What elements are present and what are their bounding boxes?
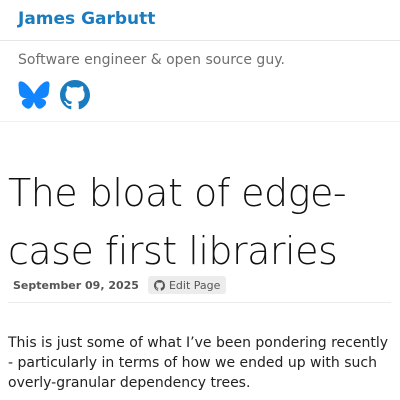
bluesky-icon <box>18 81 50 109</box>
meta-divider <box>8 302 391 303</box>
github-icon <box>153 279 165 291</box>
post-meta: September 09, 2025 Edit Page <box>13 276 227 294</box>
profile-section: Software engineer & open source guy. <box>0 41 400 122</box>
social-links <box>18 80 92 110</box>
post-date: September 09, 2025 <box>13 278 139 292</box>
post-title: The bloat of edge-case first libraries <box>8 171 347 273</box>
edit-page-button[interactable]: Edit Page <box>147 276 227 294</box>
github-link[interactable] <box>60 80 92 110</box>
site-title-link[interactable]: James Garbutt <box>18 9 155 29</box>
edit-page-label: Edit Page <box>168 278 221 292</box>
bluesky-link[interactable] <box>18 80 50 110</box>
post-intro: This is just some of what I’ve been pond… <box>8 335 388 391</box>
github-icon <box>60 80 90 110</box>
site-header: James Garbutt <box>0 0 400 41</box>
tagline: Software engineer & open source guy. <box>18 52 285 68</box>
